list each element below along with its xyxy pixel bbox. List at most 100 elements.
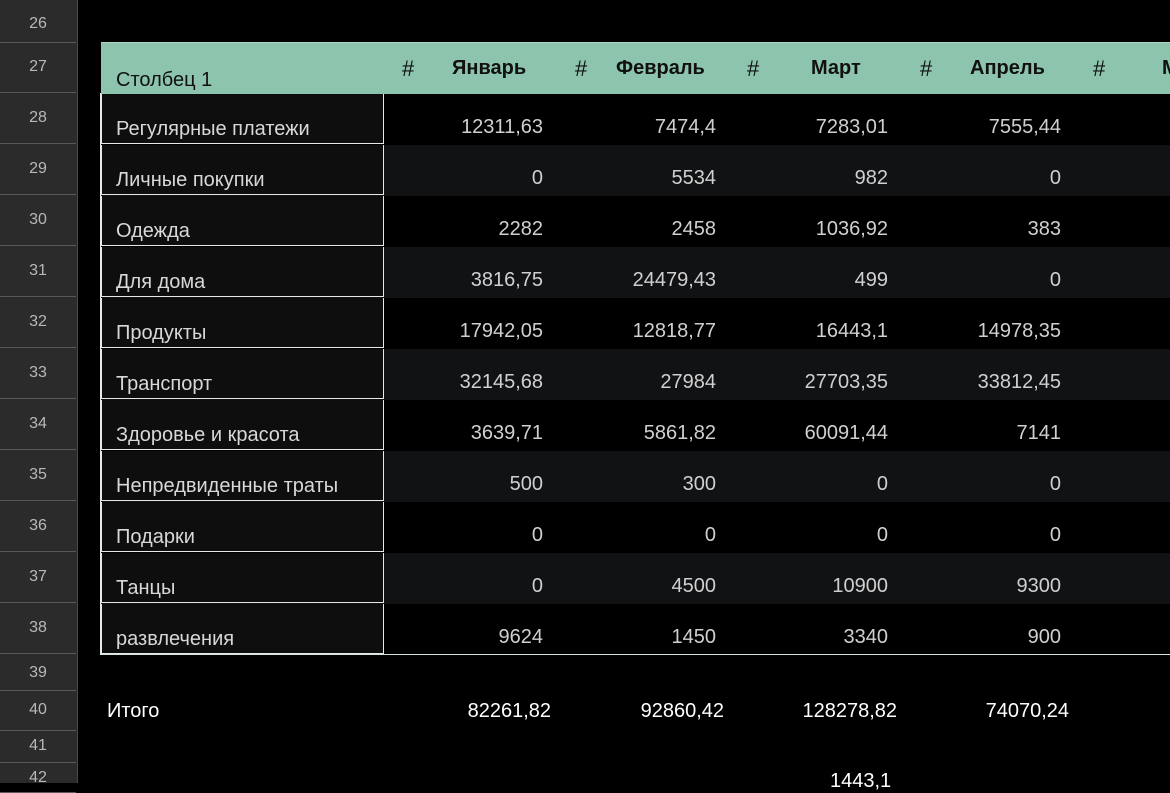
- row-number[interactable]: 41: [0, 731, 76, 763]
- category-cell[interactable]: Продукты: [101, 298, 384, 348]
- value-cell-january[interactable]: 500: [383, 473, 543, 496]
- row-number[interactable]: 42: [0, 763, 76, 793]
- category-label: Регулярные платежи: [116, 118, 310, 140]
- value-cell-january[interactable]: 3639,71: [383, 422, 543, 445]
- value-cell-march[interactable]: 0: [728, 473, 888, 496]
- value-cell-january[interactable]: 3816,75: [383, 269, 543, 292]
- row-number[interactable]: 32: [0, 298, 76, 348]
- row-number[interactable]: 37: [0, 553, 76, 603]
- row-number[interactable]: 28: [0, 94, 76, 144]
- value-cell-april[interactable]: 0: [901, 269, 1061, 292]
- value-cell-february[interactable]: 2458: [556, 218, 717, 241]
- value-cell-february[interactable]: 0: [556, 524, 716, 547]
- value-cell-february[interactable]: 7474,4: [556, 116, 716, 139]
- category-cell[interactable]: развлечения: [101, 604, 384, 654]
- value-cell-january[interactable]: 0: [383, 575, 543, 598]
- total-label[interactable]: Итого: [107, 700, 159, 723]
- hash-icon: #: [920, 56, 933, 81]
- value-cell-january[interactable]: 9624: [383, 626, 544, 649]
- value-cell-february[interactable]: 27984: [556, 371, 716, 394]
- value-cell-february[interactable]: 4500: [556, 575, 717, 598]
- value-cell-april[interactable]: 383: [901, 218, 1061, 241]
- header-january[interactable]: Январь: [452, 43, 526, 94]
- total-january[interactable]: 82261,82: [391, 700, 551, 723]
- value-cell-january[interactable]: 17942,05: [383, 320, 543, 343]
- row-number[interactable]: 36: [0, 502, 76, 552]
- value-cell-march[interactable]: 27703,35: [728, 371, 888, 394]
- value-cell-march[interactable]: 7283,01: [728, 116, 888, 139]
- header-february[interactable]: Февраль: [616, 43, 705, 94]
- hash-icon: #: [1093, 56, 1106, 81]
- value-cell-march[interactable]: 982: [728, 167, 888, 190]
- value-cell-april[interactable]: 7555,44: [901, 116, 1061, 139]
- value-cell-march[interactable]: 0: [728, 524, 888, 547]
- category-label: развлечения: [116, 628, 235, 650]
- category-label: Подарки: [116, 526, 195, 548]
- table-header-row[interactable]: Столбец 1 # Январь # Февраль # Март # Ап…: [101, 42, 1170, 94]
- row-number[interactable]: 27: [0, 43, 76, 93]
- row-number[interactable]: 31: [0, 247, 76, 297]
- category-cell[interactable]: Транспорт: [101, 349, 384, 399]
- value-cell-march[interactable]: 1036,92: [728, 218, 888, 241]
- category-label: Личные покупки: [116, 169, 265, 191]
- value-cell-february[interactable]: 1450: [556, 626, 717, 649]
- row-number[interactable]: 39: [0, 655, 76, 691]
- value-cell-january[interactable]: 32145,68: [383, 371, 543, 394]
- row-number[interactable]: 34: [0, 400, 76, 450]
- partial-cell-value[interactable]: 1443,1: [830, 770, 891, 793]
- hash-icon: #: [747, 56, 760, 81]
- value-cell-april[interactable]: 0: [901, 167, 1061, 190]
- value-cell-april[interactable]: 7141: [901, 422, 1062, 445]
- value-cell-february[interactable]: 5534: [556, 167, 717, 190]
- value-cell-march[interactable]: 499: [728, 269, 888, 292]
- total-february[interactable]: 92860,42: [564, 700, 724, 723]
- category-label: Транспорт: [116, 373, 213, 395]
- value-cell-april[interactable]: 9300: [901, 575, 1062, 598]
- value-cell-april[interactable]: 900: [901, 626, 1061, 649]
- category-label: Здоровье и красота: [116, 424, 300, 446]
- total-april[interactable]: 74070,24: [909, 700, 1069, 723]
- category-cell[interactable]: Здоровье и красота: [101, 400, 384, 450]
- header-march[interactable]: Март: [811, 43, 861, 94]
- category-label: Одежда: [116, 220, 190, 242]
- value-cell-february[interactable]: 300: [556, 473, 716, 496]
- row-number[interactable]: 26: [0, 0, 76, 43]
- value-cell-march[interactable]: 3340: [728, 626, 889, 649]
- value-cell-april[interactable]: 0: [901, 473, 1061, 496]
- category-cell[interactable]: Танцы: [101, 553, 384, 603]
- category-label: Непредвиденные траты: [116, 475, 339, 497]
- hash-icon: #: [402, 56, 415, 81]
- category-cell[interactable]: Непредвиденные траты: [101, 451, 384, 501]
- value-cell-march[interactable]: 16443,1: [728, 320, 888, 343]
- value-cell-january[interactable]: 12311,63: [383, 116, 543, 139]
- value-cell-march[interactable]: 10900: [728, 575, 888, 598]
- hash-icon: #: [575, 56, 588, 81]
- category-label: Для дома: [116, 271, 206, 293]
- value-cell-april[interactable]: 14978,35: [901, 320, 1061, 343]
- category-label: Продукты: [116, 322, 207, 344]
- value-cell-january[interactable]: 2282: [383, 218, 544, 241]
- value-cell-january[interactable]: 0: [383, 524, 543, 547]
- row-number[interactable]: 35: [0, 451, 76, 501]
- row-number[interactable]: 33: [0, 349, 76, 399]
- value-cell-april[interactable]: 33812,45: [901, 371, 1061, 394]
- value-cell-january[interactable]: 0: [383, 167, 543, 190]
- value-cell-february[interactable]: 24479,43: [556, 269, 716, 292]
- value-cell-february[interactable]: 5861,82: [556, 422, 716, 445]
- category-cell[interactable]: Личные покупки: [101, 145, 384, 195]
- row-number[interactable]: 38: [0, 604, 76, 654]
- total-march[interactable]: 128278,82: [737, 700, 897, 723]
- value-cell-march[interactable]: 60091,44: [728, 422, 888, 445]
- value-cell-april[interactable]: 0: [901, 524, 1061, 547]
- row-number[interactable]: 30: [0, 196, 76, 246]
- category-cell[interactable]: Для дома: [101, 247, 384, 297]
- row-header-column: 26 27 28 29 30 31 32 33 34 35 36 37 38 3…: [0, 0, 78, 793]
- header-may-partial[interactable]: М: [1162, 43, 1170, 94]
- value-cell-february[interactable]: 12818,77: [556, 320, 716, 343]
- row-number[interactable]: 40: [0, 691, 76, 731]
- category-cell[interactable]: Подарки: [101, 502, 384, 552]
- header-april[interactable]: Апрель: [970, 43, 1045, 94]
- category-cell[interactable]: Регулярные платежи: [101, 94, 384, 144]
- category-cell[interactable]: Одежда: [101, 196, 384, 246]
- row-number[interactable]: 29: [0, 145, 76, 195]
